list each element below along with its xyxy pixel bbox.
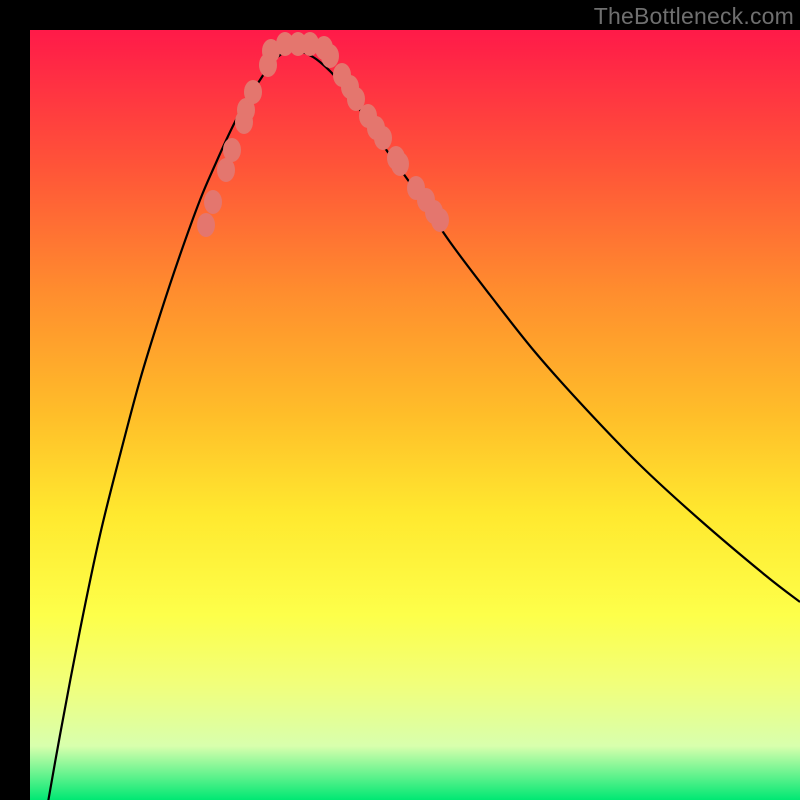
watermark-text: TheBottleneck.com — [594, 3, 794, 30]
marker-point — [244, 80, 262, 104]
marker-point — [321, 44, 339, 68]
marker-point — [223, 138, 241, 162]
chart-canvas — [30, 30, 800, 800]
plot-area — [30, 30, 800, 800]
marker-point — [204, 190, 222, 214]
marker-point — [391, 152, 409, 176]
gradient-background — [30, 30, 800, 800]
marker-point — [197, 213, 215, 237]
marker-point — [431, 208, 449, 232]
marker-point — [374, 126, 392, 150]
